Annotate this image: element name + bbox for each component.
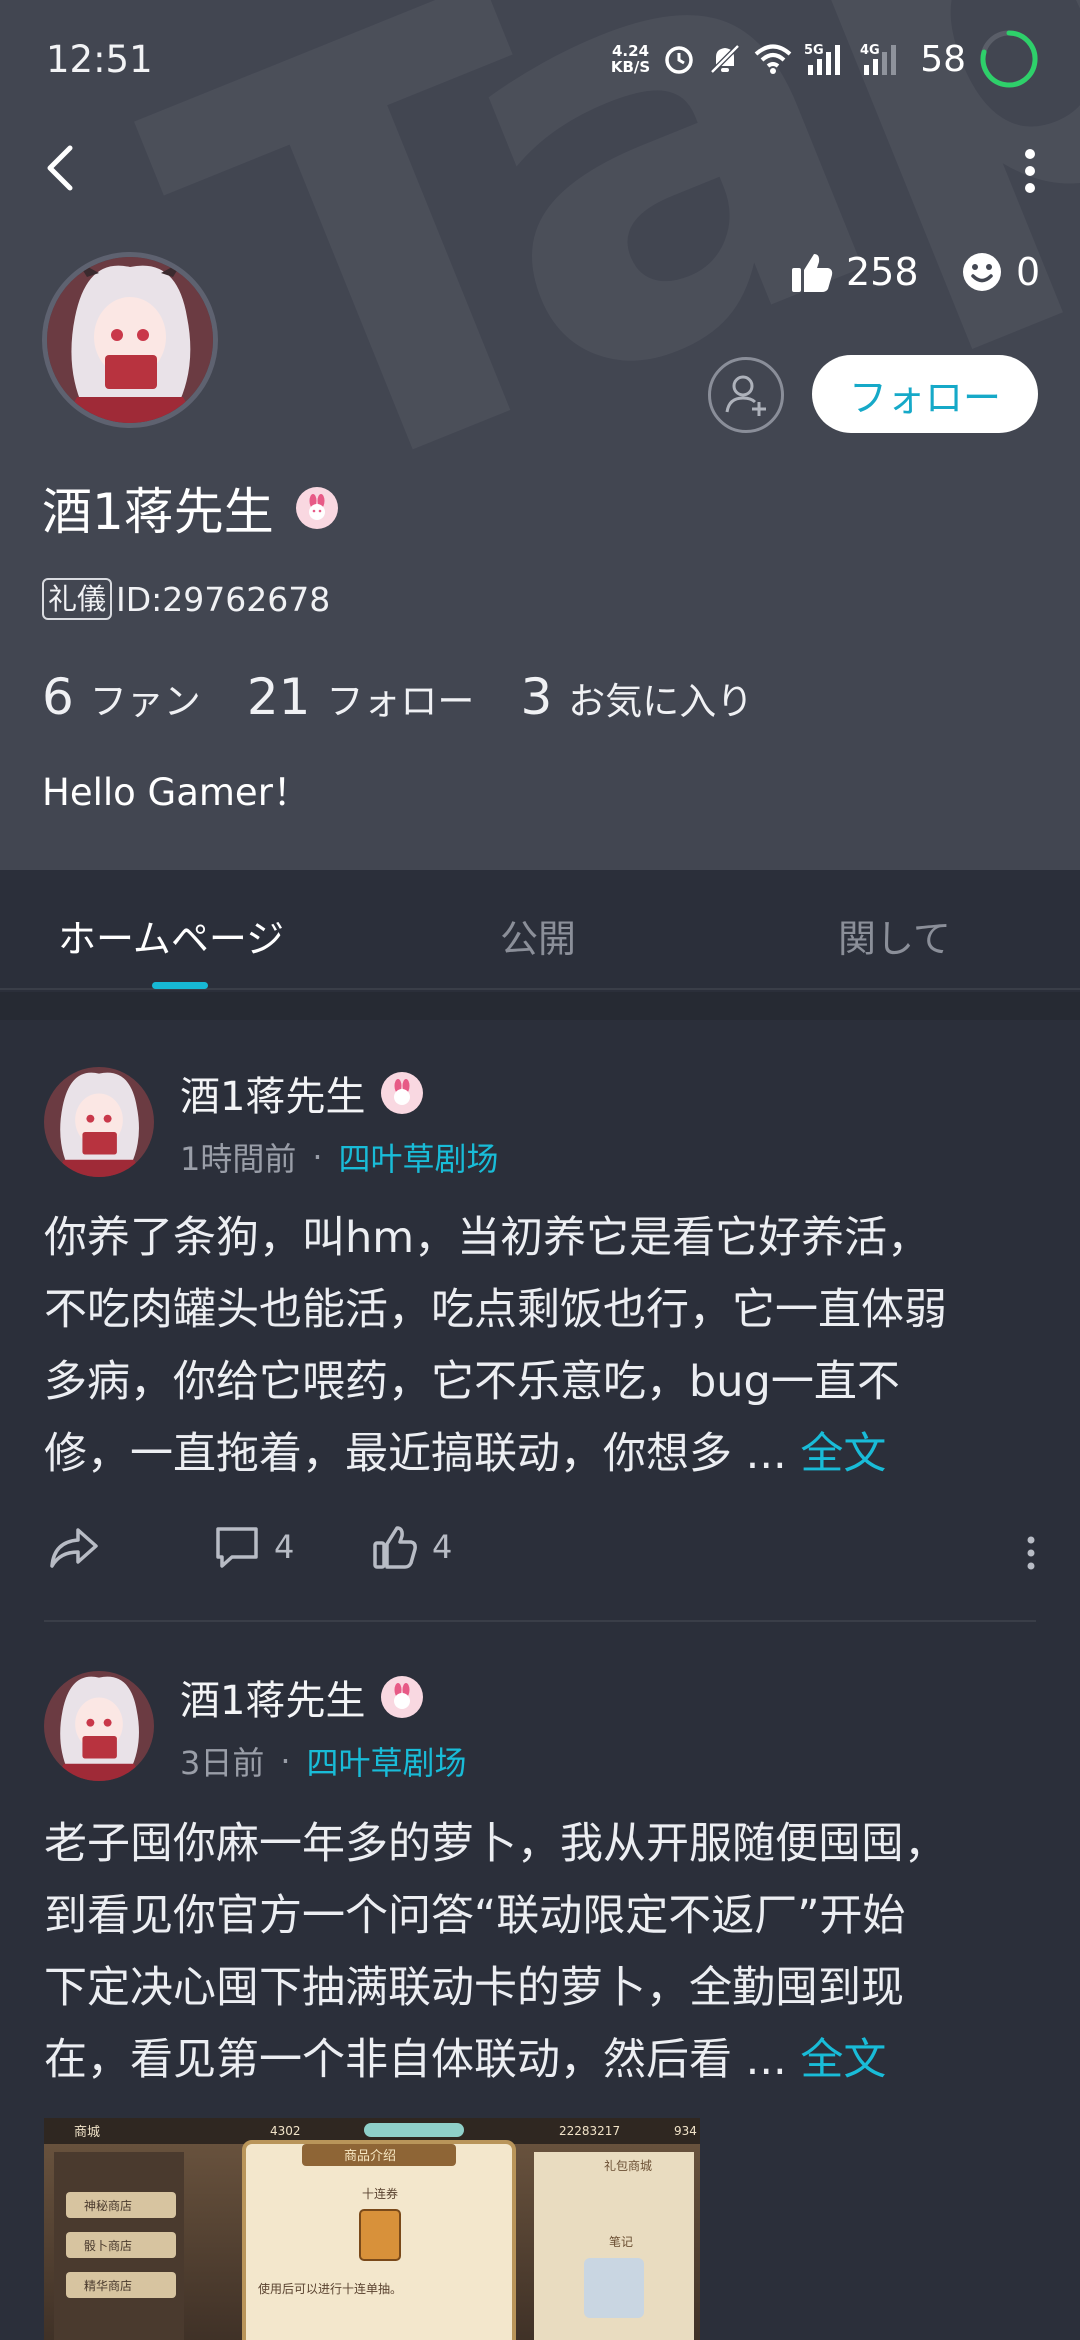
post-forum-link[interactable]: 四叶草剧场 (339, 1134, 499, 1180)
svg-text:4302: 4302 (270, 2124, 301, 2138)
post-line: 在，看见第一个非自体联动，然后看 ... (44, 2035, 787, 2085)
post-meta: 酒1蒋先生 3日前 · 四叶草剧场 (180, 1668, 467, 1784)
thumb-up-icon (373, 1526, 417, 1569)
svg-text:神秘商店: 神秘商店 (84, 2198, 132, 2213)
post-header: 酒1蒋先生 3日前 · 四叶草剧场 (44, 1668, 467, 1784)
profile-bio: Hello Gamer！ (42, 771, 310, 814)
thumb-up-filled-icon (792, 254, 833, 292)
post-divider (44, 1620, 1036, 1622)
back-arrow-icon[interactable] (40, 142, 80, 194)
wifi-icon (754, 44, 792, 74)
post-author-avatar[interactable] (44, 1671, 154, 1781)
read-more-link[interactable]: 全文 (800, 1429, 886, 1479)
smiley-icon (963, 253, 1001, 291)
comment-count: 4 (274, 1528, 295, 1566)
svg-text:商品介绍: 商品介绍 (344, 2149, 396, 2164)
svg-text:骰卜商店: 骰卜商店 (84, 2238, 132, 2253)
profile-avatar[interactable] (42, 252, 218, 428)
post-actions: 4 4 (0, 1524, 1080, 1584)
profile-tabs: ホームページ 公開 関して (0, 870, 1080, 990)
signal-5g-icon: 5G (804, 43, 841, 75)
post-image[interactable]: 商城 4302 22283217 934 神秘商店 骰卜商店 精华商店 商品介绍… (44, 2118, 700, 2340)
likes-count: 258 (846, 250, 919, 294)
more-vertical-icon[interactable] (1020, 146, 1040, 196)
profile-id: ID:29762678 (116, 579, 331, 619)
rabbit-badge-icon (381, 1072, 424, 1114)
separator-dot: · (312, 1138, 323, 1176)
active-tab-indicator (152, 982, 208, 989)
post-line: 多病，你给它喂药，它不乐意吃，bug一直不 (44, 1357, 900, 1407)
profile-name: 酒1蒋先生 (42, 483, 274, 541)
stat-favorites[interactable]: 3 お気に入り (520, 668, 753, 726)
emoji-count-value: 0 (1016, 250, 1041, 294)
comment-button[interactable]: 4 (214, 1524, 294, 1570)
post-header: 酒1蒋先生 1時間前 · 四叶草剧场 (44, 1064, 499, 1180)
profile-id-row: 礼儀 ID:29762678 (42, 578, 330, 620)
read-more-link[interactable]: 全文 (800, 2035, 886, 2085)
status-time: 12:51 (46, 38, 153, 81)
svg-text:礼包商城: 礼包商城 (604, 2158, 652, 2173)
post-author-row: 酒1蒋先生 (180, 1064, 499, 1122)
section-gap (0, 992, 1080, 1020)
post-author-avatar[interactable] (44, 1067, 154, 1177)
tab-public[interactable]: 公開 (500, 908, 576, 963)
status-icons: 4.24 KB/S 5G 4G 58 (611, 26, 1040, 92)
svg-text:5G: 5G (804, 43, 824, 58)
svg-text:十连券: 十连券 (362, 2186, 398, 2201)
etiquette-tag[interactable]: 礼儀 (42, 578, 113, 620)
post-line: 你养了条狗，叫hm，当初养它是看它好养活， (44, 1213, 931, 1263)
profile-stats: 6 ファン 21 フォロー 3 お気に入り (42, 668, 799, 726)
post-body[interactable]: 老子囤你麻一年多的萝卜，我从开服随便囤囤， 到看见你官方一个问答“联动限定不返厂… (44, 1808, 1044, 2096)
more-vertical-icon[interactable] (1026, 1536, 1036, 1570)
post-line: 老子囤你麻一年多的萝卜，我从开服随便囤囤， (44, 1819, 947, 1869)
post-body[interactable]: 你养了条狗，叫hm，当初养它是看它好养活， 不吃肉罐头也能活，吃点剩饭也行，它一… (44, 1202, 1044, 1490)
mute-icon (710, 44, 740, 74)
post-author-name[interactable]: 酒1蒋先生 (180, 1064, 365, 1122)
tab-homepage[interactable]: ホームページ (58, 908, 284, 963)
stat-following[interactable]: 21 フォロー (247, 668, 475, 726)
svg-text:使用后可以进行十连单抽。: 使用后可以进行十连单抽。 (258, 2281, 402, 2296)
post-time: 1時間前 (180, 1140, 297, 1178)
share-button[interactable] (48, 1524, 100, 1570)
post-time: 3日前 (180, 1744, 265, 1782)
like-count: 4 (432, 1528, 453, 1566)
battery-level: 58 (920, 38, 966, 80)
post-line: 不吃肉罐头也能活，吃点剩饭也行，它一直体弱 (44, 1285, 947, 1335)
separator-dot: · (280, 1742, 291, 1780)
post-subline: 1時間前 · 四叶草剧场 (180, 1134, 499, 1180)
profile-likes: 258 (790, 250, 919, 294)
share-icon (50, 1528, 98, 1568)
signal-4g-icon: 4G (860, 43, 897, 75)
status-bar: 12:51 4.24 KB/S 5G 4G 58 (0, 0, 1080, 120)
comment-icon (216, 1527, 258, 1568)
battery-ring-icon (980, 30, 1038, 88)
svg-text:22283217: 22283217 (559, 2124, 620, 2138)
net-speed: 4.24 KB/S (610, 42, 651, 76)
follow-button[interactable]: フォロー (812, 355, 1038, 433)
post-line: 到看见你官方一个问答“联动限定不返厂”开始 (44, 1891, 906, 1941)
post-line: 修，一直拖着，最近搞联动，你想多 ... (44, 1429, 787, 1479)
profile-emoji-count: 0 (962, 250, 1040, 294)
svg-text:934: 934 (674, 2124, 697, 2138)
rabbit-badge-icon (295, 487, 338, 529)
game-shop-title: 商城 (74, 2125, 100, 2140)
post-meta: 酒1蒋先生 1時間前 · 四叶草剧场 (180, 1064, 499, 1180)
svg-text:笔记: 笔记 (609, 2234, 633, 2249)
add-friend-button[interactable] (708, 357, 784, 433)
profile-name-row: 酒1蒋先生 (42, 472, 338, 544)
svg-text:4G: 4G (860, 43, 880, 58)
svg-text:精华商店: 精华商店 (84, 2278, 132, 2293)
post-subline: 3日前 · 四叶草剧场 (180, 1738, 467, 1784)
post-forum-link[interactable]: 四叶草剧场 (307, 1738, 467, 1784)
profile-header: TapTap 12:51 4.24 KB/S 5G 4G 58 (0, 0, 1080, 870)
alarm-icon (665, 46, 693, 74)
post-line: 下定决心囤下抽满联动卡的萝卜，全勤囤到现 (44, 1963, 904, 2013)
add-user-icon (725, 375, 766, 416)
post-author-row: 酒1蒋先生 (180, 1668, 467, 1726)
like-button[interactable]: 4 (372, 1524, 452, 1570)
post-author-name[interactable]: 酒1蒋先生 (180, 1668, 365, 1726)
rabbit-badge-icon (381, 1676, 424, 1718)
tab-about[interactable]: 関して (838, 908, 951, 963)
stat-fans[interactable]: 6 ファン (42, 668, 201, 726)
